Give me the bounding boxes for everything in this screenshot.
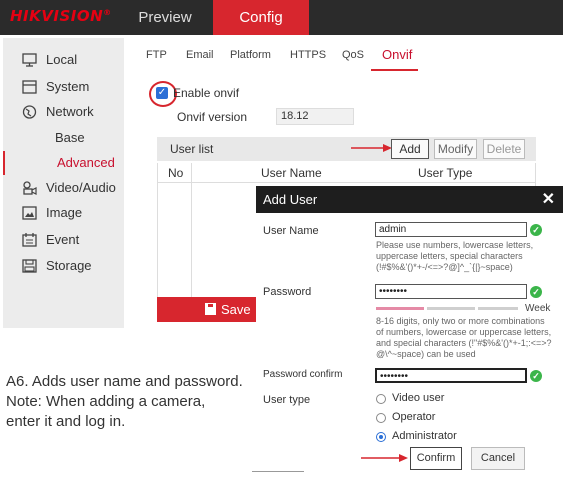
sidebar-item-image[interactable]: Image — [3, 201, 124, 225]
enable-onvif-label: Enable onvif — [173, 86, 240, 100]
sidebar-item-label: Image — [46, 205, 83, 220]
username-field[interactable]: admin — [375, 222, 527, 237]
strength-label: Week — [525, 303, 551, 314]
radio-administrator[interactable] — [376, 432, 386, 442]
sidebar-item-network[interactable]: Network — [3, 100, 124, 124]
dialog-header: Add User ✕ — [256, 186, 563, 213]
radio-label: Video user — [392, 392, 445, 404]
sidebar-item-label: Storage — [46, 258, 92, 273]
strength-bar-weak — [376, 307, 424, 310]
password-field[interactable]: •••••••• — [375, 284, 527, 299]
calendar-icon — [22, 233, 37, 247]
sidebar-item-label: Advanced — [57, 155, 115, 170]
cancel-button[interactable]: Cancel — [471, 447, 525, 470]
sidebar-item-video-audio[interactable]: Video/Audio — [3, 176, 124, 200]
subtab-platform[interactable]: Platform — [230, 49, 271, 61]
globe-icon — [22, 105, 37, 119]
sidebar-item-storage[interactable]: Storage — [3, 254, 124, 278]
arrow-right-icon — [351, 144, 392, 152]
sidebar: Local System Network Base Advanced Video… — [3, 38, 124, 328]
username-label: User Name — [263, 225, 319, 237]
radio-video-user[interactable] — [376, 394, 386, 404]
check-icon: ✓ — [530, 370, 542, 382]
sidebar-item-base[interactable]: Base — [3, 126, 124, 150]
subtab-qos[interactable]: QoS — [342, 49, 364, 61]
sidebar-item-label: Base — [55, 130, 85, 145]
table-header-row: No User Name User Type — [158, 163, 535, 183]
password-confirm-field[interactable]: •••••••• — [375, 368, 527, 383]
sidebar-item-local[interactable]: Local — [3, 48, 124, 72]
radio-label: Administrator — [392, 430, 457, 442]
password-confirm-label: Password confirm — [263, 369, 343, 380]
sidebar-item-label: Local — [46, 52, 78, 67]
check-icon: ✓ — [530, 286, 542, 298]
username-hint: Please use numbers, lowercase letters, u… — [376, 240, 534, 272]
check-icon: ✓ — [530, 224, 542, 236]
close-icon[interactable]: ✕ — [542, 189, 555, 209]
subtab-ftp[interactable]: FTP — [146, 49, 167, 61]
active-tab-underline — [371, 69, 418, 71]
caption-line: Note: When adding a camera, — [6, 393, 206, 410]
save-icon — [205, 303, 216, 315]
user-type-label: User type — [263, 394, 311, 406]
confirm-button[interactable]: Confirm — [410, 447, 462, 470]
password-label: Password — [263, 286, 312, 298]
sidebar-item-label: System — [46, 79, 90, 94]
radio-operator[interactable] — [376, 413, 386, 423]
save-label: Save — [221, 302, 251, 317]
save-button[interactable]: Save — [157, 297, 258, 322]
sidebar-item-system[interactable]: System — [3, 75, 124, 99]
column-header-no: No — [168, 166, 184, 180]
modify-button[interactable]: Modify — [434, 139, 477, 159]
password-hint: 8-16 digits, only two or more combinatio… — [376, 316, 552, 359]
sidebar-item-event[interactable]: Event — [3, 228, 124, 252]
strength-bar-medium — [427, 307, 475, 310]
divider — [252, 471, 304, 472]
dialog-title: Add User — [263, 192, 318, 207]
sidebar-item-label: Video/Audio — [46, 180, 116, 195]
sidebar-item-label: Event — [46, 232, 80, 247]
video-audio-icon — [23, 181, 37, 195]
caption-line: A6. Adds user name and password. — [6, 373, 243, 390]
hikvision-logo: HIKVISION® — [10, 7, 112, 25]
column-header-user-name: User Name — [261, 166, 322, 180]
instruction-caption: A6. Adds user name and password. Note: W… — [6, 372, 243, 432]
sidebar-item-label: Network — [46, 104, 94, 119]
user-list-title: User list — [170, 142, 214, 156]
caption-line: enter it and log in. — [6, 413, 126, 430]
arrow-right-icon — [361, 454, 408, 462]
top-bar: HIKVISION® Preview Config — [0, 0, 563, 35]
image-icon — [22, 206, 37, 220]
radio-label: Operator — [392, 411, 436, 423]
delete-button[interactable]: Delete — [483, 139, 525, 159]
column-header-user-type: User Type — [418, 166, 473, 180]
sidebar-item-advanced[interactable]: Advanced — [3, 151, 124, 175]
user-list-header: User list — [157, 137, 536, 161]
column-divider — [191, 163, 192, 313]
enable-onvif-checkbox[interactable]: ✓ — [156, 87, 168, 99]
subtab-https[interactable]: HTTPS — [290, 49, 326, 61]
tab-config[interactable]: Config — [213, 0, 309, 35]
onvif-version-field: 18.12 — [276, 108, 354, 125]
monitor-icon — [22, 53, 37, 67]
strength-bar-strong — [478, 307, 518, 310]
add-button[interactable]: Add — [391, 139, 429, 159]
storage-icon — [22, 259, 37, 273]
subtab-email[interactable]: Email — [186, 49, 214, 61]
tab-preview[interactable]: Preview — [128, 0, 202, 35]
system-icon — [22, 80, 37, 94]
onvif-version-label: Onvif version — [177, 110, 248, 124]
subtab-onvif[interactable]: Onvif — [382, 47, 412, 62]
